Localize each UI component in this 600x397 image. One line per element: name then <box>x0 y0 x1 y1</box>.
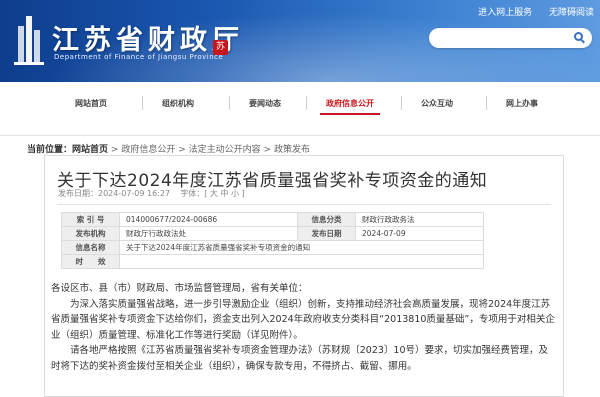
value-info-name: 关于下达2024年度江苏省质量强省奖补专项资金的通知 <box>119 240 484 255</box>
value-index-no: 014000677/2024-00686 <box>119 212 298 227</box>
paragraph: 为深入落实质量强省战略，进一步引导激励企业（组织）创新，支持推动经济社会高质量发… <box>51 298 555 341</box>
value-validity <box>119 254 484 269</box>
breadcrumb-gov-info[interactable]: 政府信息公开 <box>121 145 175 155</box>
salutation: 各设区市、县（市）财政局、市场监督管理局，省有关单位： <box>51 283 308 294</box>
accessibility-link[interactable]: 无障碍阅读 <box>549 8 594 18</box>
breadcrumb-separator: > <box>178 145 186 155</box>
breadcrumb-prefix: 当前位置： <box>27 145 73 155</box>
nav-online-services-label: 网上办事 <box>506 99 538 108</box>
label-index-no: 索 引 号 <box>61 212 120 227</box>
article-body: 各设区市、县（市）财政局、市场监督管理局，省有关单位： 为深入落实质量强省战略，… <box>51 281 557 374</box>
label-validity: 时 效 <box>61 254 120 269</box>
font-size-control[interactable]: 字体：[ 大 中 小 ] <box>180 189 244 198</box>
breadcrumb: 当前位置：网站首页 > 政府信息公开 > 法定主动公开内容 > 政策发布 <box>27 142 310 155</box>
top-links: 进入网上服务 无障碍阅读 <box>464 5 594 18</box>
breadcrumb-separator: > <box>110 145 119 155</box>
nav-interaction-label: 公众互动 <box>421 99 453 108</box>
building-logo-icon <box>14 16 44 65</box>
online-service-link[interactable]: 进入网上服务 <box>478 8 532 18</box>
breadcrumb-separator: > <box>263 145 272 155</box>
table-row: 信息名称 关于下达2024年度江苏省质量强省奖补专项资金的通知 <box>61 240 484 255</box>
nav-gov-info-label: 政府信息公开 <box>326 99 374 108</box>
nav-news[interactable]: 要闻动态 <box>229 96 281 110</box>
nav-online-services[interactable]: 网上办事 <box>486 96 538 110</box>
label-publisher: 发布机构 <box>61 226 120 241</box>
search-box <box>429 28 592 51</box>
nav-organization[interactable]: 组织机构 <box>142 96 194 110</box>
table-row: 时 效 <box>61 254 484 269</box>
label-category: 信息分类 <box>297 212 356 227</box>
breadcrumb-statutory[interactable]: 法定主动公开内容 <box>189 145 261 155</box>
label-info-name: 信息名称 <box>61 240 120 255</box>
value-publish-date: 2024-07-09 <box>355 226 484 241</box>
table-row: 发布机构 财政厅行政政法处 发布日期 2024-07-09 <box>61 226 484 241</box>
search-input[interactable] <box>429 31 569 51</box>
site-header: 江苏省财政厅 Department of Finance of Jiangsu … <box>0 0 600 82</box>
site-subtitle: Department of Finance of Jiangsu Provinc… <box>54 53 224 61</box>
nav-news-label: 要闻动态 <box>249 99 281 108</box>
nav-gov-info[interactable]: 政府信息公开 <box>306 96 380 115</box>
article-container: 关于下达2024年度江苏省质量强省奖补专项资金的通知 发布日期：2024-07-… <box>44 155 564 397</box>
table-row: 索 引 号 014000677/2024-00686 信息分类 财政行政政务法 <box>61 212 484 227</box>
nav-home[interactable]: 网站首页 <box>75 98 107 109</box>
paragraph: 请各地严格按照《江苏省质量强省奖补专项资金管理办法》（苏财规〔2023〕10号）… <box>51 345 549 372</box>
article-meta: 发布日期：2024-07-09 16:27 字体：[ 大 中 小 ] <box>58 188 245 199</box>
breadcrumb-home[interactable]: 网站首页 <box>72 145 108 155</box>
value-publisher: 财政厅行政政法处 <box>119 226 298 241</box>
search-icon[interactable] <box>574 32 583 41</box>
nav-organization-label: 组织机构 <box>162 99 194 108</box>
nav-home-label: 网站首页 <box>75 99 107 108</box>
nav-interaction[interactable]: 公众互动 <box>401 96 453 110</box>
seal-stamp: 苏 <box>213 40 228 55</box>
divider <box>57 204 551 205</box>
label-publish-date: 发布日期 <box>297 226 356 241</box>
info-table: 索 引 号 014000677/2024-00686 信息分类 财政行政政务法 … <box>61 212 484 269</box>
main-nav: 网站首页 组织机构 要闻动态 政府信息公开 公众互动 网上办事 <box>0 82 600 136</box>
value-category: 财政行政政务法 <box>355 212 484 227</box>
publish-date: 发布日期：2024-07-09 16:27 <box>58 189 171 198</box>
breadcrumb-policy[interactable]: 政策发布 <box>274 145 310 155</box>
